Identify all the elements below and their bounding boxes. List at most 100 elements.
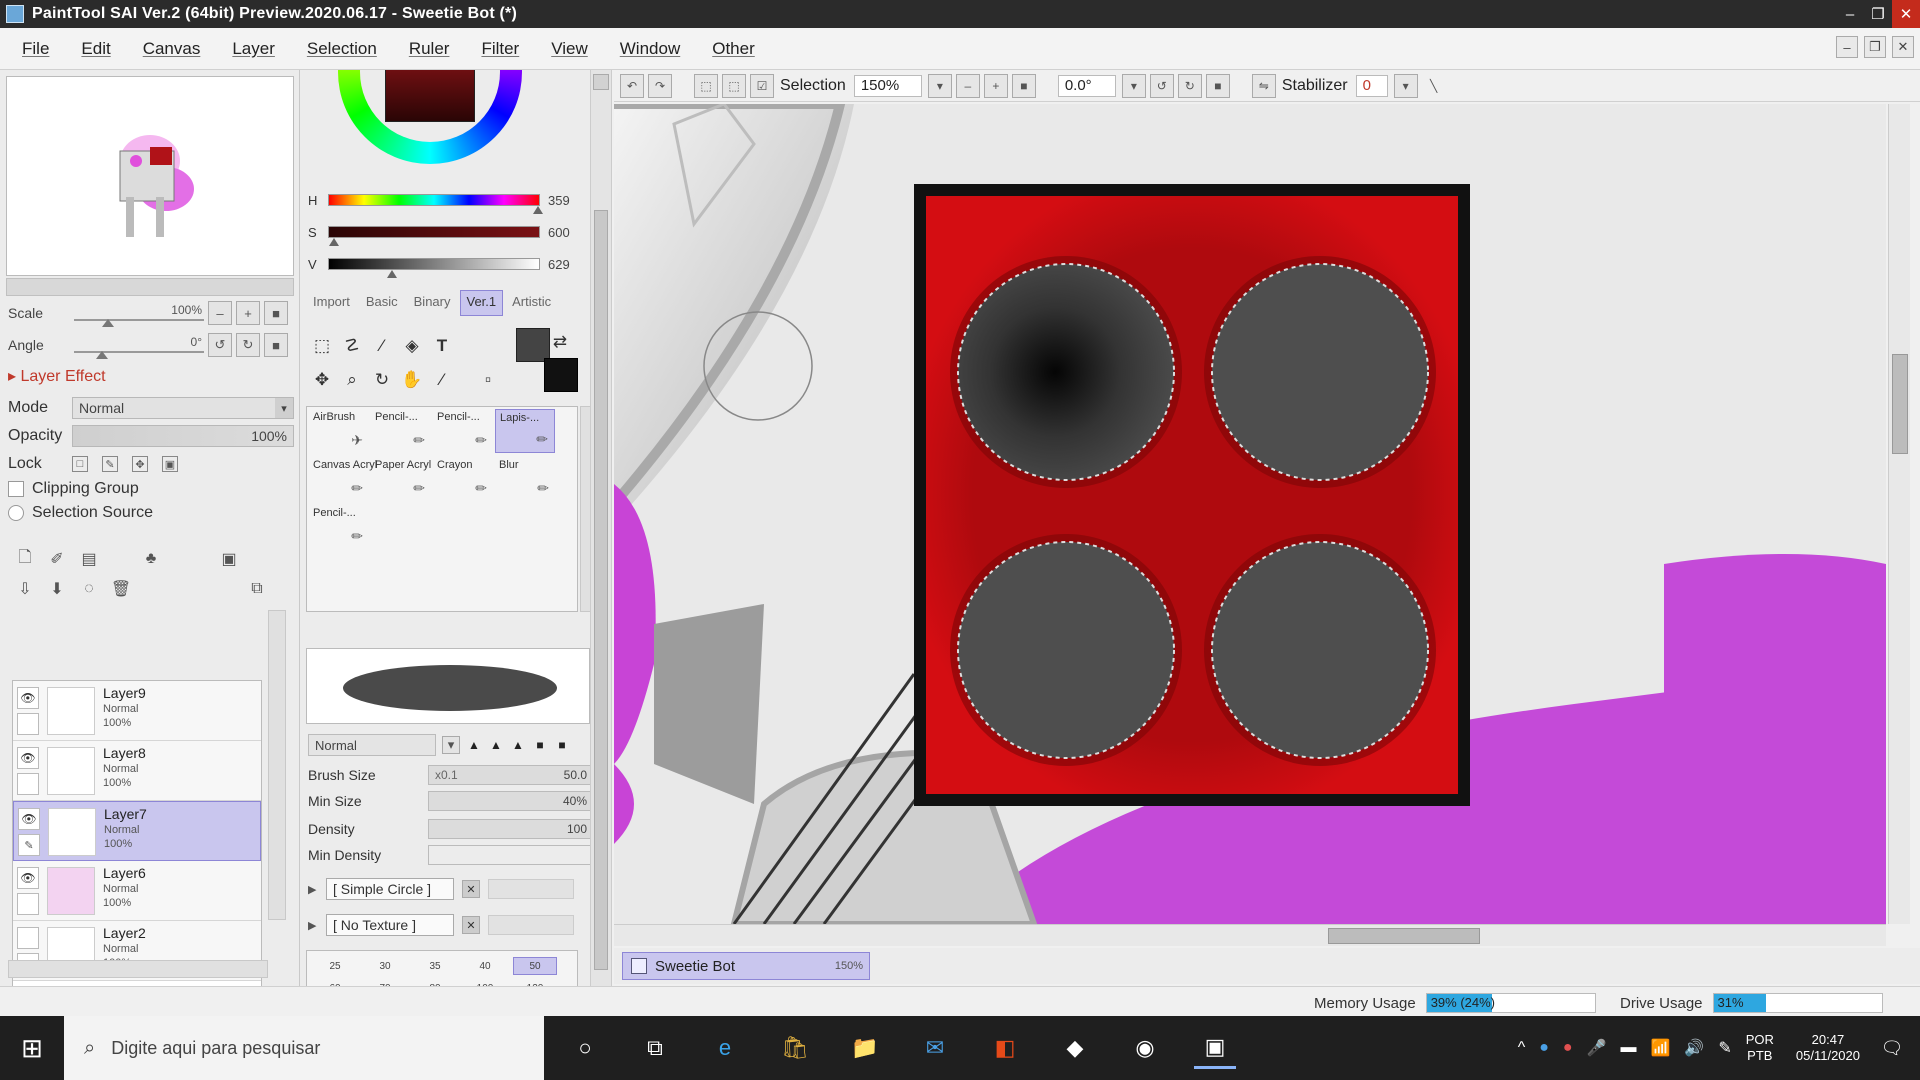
tab-binary[interactable]: Binary [407,290,458,316]
scrollbar-thumb[interactable] [594,210,608,970]
expand-arrow-icon[interactable]: ▶ [308,919,318,932]
taskbar-search-box[interactable]: ⌕ Digite aqui para pesquisar [64,1016,544,1080]
layer-list-scrollbar[interactable] [268,610,286,920]
panel-divider-scrollbar[interactable] [590,70,612,990]
new-layer-icon[interactable]: 🗋 [14,548,36,570]
doc-minimize-button[interactable]: – [1836,36,1858,58]
canvas-horizontal-scrollbar[interactable] [614,924,1886,946]
office-icon[interactable]: ◧ [984,1027,1026,1069]
windows-start-icon[interactable]: ⊞ [0,1016,64,1080]
menu-canvas[interactable]: Canvas [143,39,201,59]
brush-pencil-1[interactable]: Pencil-... ✏ [371,409,431,453]
transparent-color-icon[interactable]: ▫ [474,366,502,394]
document-tab[interactable]: Sweetie Bot 150% [622,952,870,980]
min-size-slider[interactable]: 40% [428,791,594,811]
selection-source-radio[interactable] [8,505,24,521]
value-slider[interactable] [328,258,540,278]
brush-texture-select[interactable]: [ No Texture ] [326,914,454,936]
input-language[interactable]: POR PTB [1746,1032,1774,1064]
zoom-icon[interactable]: ⌕ [338,366,366,394]
edge-hardness-1-icon[interactable]: ▲ [466,738,482,752]
tray-chevron-up-icon[interactable]: ^ [1518,1039,1526,1057]
layer-row-layer7[interactable]: 👁 ✎ Layer7 Normal 100% [13,801,261,861]
menu-view[interactable]: View [551,39,588,59]
zoom-out-button[interactable]: – [208,301,232,325]
eyedropper-icon[interactable]: ⁄ [428,366,456,394]
show-selection-icon[interactable]: ☑ [750,73,774,98]
selection-source-row[interactable]: Selection Source [8,502,153,524]
tab-ver1[interactable]: Ver.1 [459,290,504,316]
brush-lapis[interactable]: Lapis-... ✏ [495,409,555,453]
visibility-eye-icon[interactable] [17,927,39,949]
value-value[interactable]: 629 [548,257,570,272]
zoom-out-icon[interactable]: – [955,73,980,98]
brush-mode-dropdown-icon[interactable]: ▾ [442,736,460,754]
brush-size-multiplier[interactable]: x0.1 [429,768,458,782]
layer-row-layer9[interactable]: 👁 Layer9 Normal 100% [13,681,261,741]
brush-airbrush[interactable]: AirBrush ✈ [309,409,369,453]
panel-menu-icon[interactable]: ▣ [218,548,240,570]
lock-move-icon[interactable]: ✥ [132,456,148,472]
edge-hardness-3-icon[interactable]: ▲ [510,738,526,752]
hand-icon[interactable]: ✋ [398,366,426,394]
layer-effect-toggle[interactable]: ▸ Layer Effect [8,366,106,386]
saturation-value[interactable]: 600 [548,225,570,240]
saturation-knob[interactable] [329,238,339,246]
zoom-reset-button[interactable]: ■ [264,301,288,325]
minimize-button[interactable]: – [1836,0,1864,28]
brush-paper-acryl[interactable]: Paper Acryl ✏ [371,457,431,501]
color-wheel[interactable] [330,70,530,176]
layer-sub-icon[interactable] [17,713,39,735]
invert-selection-icon[interactable]: ⬚ [722,73,746,98]
navigator-preview[interactable] [6,76,294,276]
scale-knob[interactable] [102,319,114,327]
close-button[interactable]: ✕ [1892,0,1920,28]
brush-crayon[interactable]: Crayon ✏ [433,457,493,501]
bucket-icon[interactable]: ◈ [398,332,426,360]
pen-icon[interactable]: ✎ [18,834,40,856]
layer-options-icon[interactable]: ⧉ [246,578,268,600]
saturation-value-square[interactable] [385,70,475,122]
brush-shape-select[interactable]: [ Simple Circle ] [326,878,454,900]
notification-center-icon[interactable]: 🗨 [1878,1034,1906,1062]
zoom-field[interactable]: 150% [853,74,922,97]
min-density-slider[interactable] [428,845,594,865]
tab-artistic[interactable]: Artistic [505,290,558,316]
size-preset[interactable]: 35 [413,957,457,975]
stabilizer-dropdown-icon[interactable]: ▾ [1393,73,1418,98]
pen-tablet-icon[interactable]: ✎ [1718,1038,1731,1058]
doc-restore-button[interactable]: ❐ [1864,36,1886,58]
zoom-in-button[interactable]: + [236,301,260,325]
tray-security-icon[interactable]: ● [1563,1039,1573,1057]
mail-icon[interactable]: ✉ [914,1027,956,1069]
clipping-group-row[interactable]: Clipping Group [8,478,139,500]
angle-slider[interactable]: 0° [74,335,204,359]
brush-blur[interactable]: Blur ✏ [495,457,555,501]
stabilizer-field[interactable]: 0 [1355,74,1388,97]
menu-layer[interactable]: Layer [232,39,275,59]
rotate-left-button[interactable]: ↺ [208,333,232,357]
scroll-up-arrow-icon[interactable] [593,74,609,90]
merge-down-icon[interactable]: ⬇ [46,578,68,600]
scrollbar-thumb[interactable] [1892,354,1908,454]
saturation-slider[interactable] [328,226,540,246]
zoom-reset-icon[interactable]: ■ [1011,73,1036,98]
redo-icon[interactable]: ↷ [648,73,672,98]
rotate-cw-icon[interactable]: ↻ [1177,73,1202,98]
brush-canvas-acryl[interactable]: Canvas Acryl ✏ [309,457,377,501]
layer-sub-icon[interactable] [17,893,39,915]
rotate-reset-button[interactable]: ■ [264,333,288,357]
expand-arrow-icon[interactable]: ▶ [308,883,318,896]
painttool-sai-icon[interactable]: ▣ [1194,1027,1236,1069]
scrollbar-thumb[interactable] [1328,928,1480,944]
visibility-eye-icon[interactable]: 👁 [17,687,39,709]
menu-file[interactable]: File [22,39,49,59]
magic-wand-icon[interactable]: ⁄ [368,332,396,360]
opacity-slider[interactable]: 100% [72,425,294,447]
brush-pencil-2[interactable]: Pencil-... ✏ [433,409,493,453]
menu-filter[interactable]: Filter [481,39,519,59]
tablet-app-icon[interactable]: ◆ [1054,1027,1096,1069]
pen-pressure-icon[interactable]: ╲ [1422,74,1446,98]
hue-slider[interactable] [328,194,543,214]
brush-size-slider[interactable]: x0.1 50.0 [428,765,594,785]
